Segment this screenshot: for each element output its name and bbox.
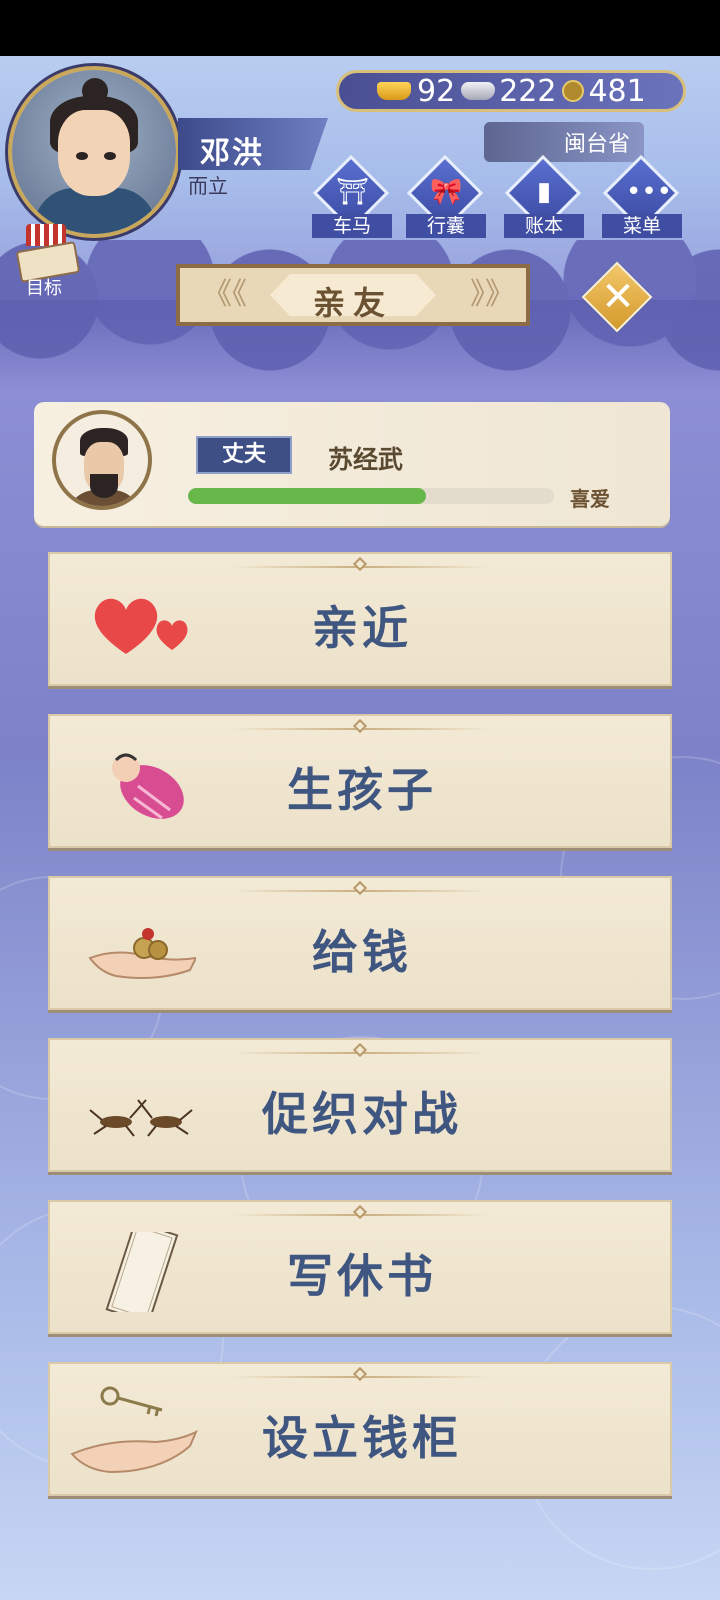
relative-name: 苏经武 bbox=[328, 445, 404, 474]
nav-button-carriage[interactable]: ⛩ 车马 bbox=[312, 154, 392, 238]
action-button-have-child[interactable]: 生孩子 bbox=[48, 714, 672, 848]
affection-bar-fill bbox=[188, 488, 426, 504]
location-badge[interactable]: 闽台省 bbox=[484, 122, 644, 162]
action-button-set-up-vault[interactable]: 设立钱柜 bbox=[48, 1362, 672, 1496]
ledger-icon: ▮ bbox=[536, 177, 552, 207]
action-button-intimacy[interactable]: 亲近 bbox=[48, 552, 672, 686]
nav-button-menu[interactable]: ••• 菜单 bbox=[602, 154, 682, 238]
player-avatar[interactable] bbox=[8, 66, 180, 238]
location-label: 闽台省 bbox=[563, 132, 630, 157]
coin-count: 481 bbox=[588, 73, 646, 109]
status-bar bbox=[0, 0, 720, 56]
bundle-icon: 🎀 bbox=[430, 177, 463, 207]
relative-avatar bbox=[52, 410, 152, 510]
currency-bar: 92 222 481 bbox=[336, 70, 686, 112]
carriage-icon: ⛩ bbox=[336, 177, 370, 207]
action-button-cricket-fight[interactable]: 促织对战 bbox=[48, 1038, 672, 1172]
goal-button[interactable]: 目标 bbox=[12, 222, 82, 299]
page-title: 亲友 bbox=[312, 284, 393, 322]
copper-coin-icon bbox=[562, 80, 585, 102]
affection-label: 喜爱 bbox=[570, 487, 610, 511]
goal-label: 目标 bbox=[26, 278, 62, 299]
action-button-give-money[interactable]: 给钱 bbox=[48, 876, 672, 1010]
nav-button-bundle[interactable]: 🎀 行囊 bbox=[406, 154, 486, 238]
nav-button-ledger[interactable]: ▮ 账本 bbox=[504, 154, 584, 238]
relation-tag: 丈夫 bbox=[196, 436, 292, 474]
action-button-write-divorce[interactable]: 写休书 bbox=[48, 1200, 672, 1334]
gold-ingot-icon bbox=[377, 82, 411, 100]
page-title-banner: 《《 》》 亲友 bbox=[176, 264, 530, 326]
affection-bar bbox=[188, 488, 554, 504]
player-name: 邓洪 bbox=[200, 136, 264, 171]
menu-dots-icon: ••• bbox=[626, 177, 673, 207]
silver-count: 222 bbox=[499, 73, 557, 109]
silver-ingot-icon bbox=[461, 82, 496, 100]
gold-count: 92 bbox=[417, 73, 456, 109]
player-age: 而立 bbox=[188, 174, 228, 198]
close-icon[interactable]: ✕ bbox=[596, 270, 640, 324]
